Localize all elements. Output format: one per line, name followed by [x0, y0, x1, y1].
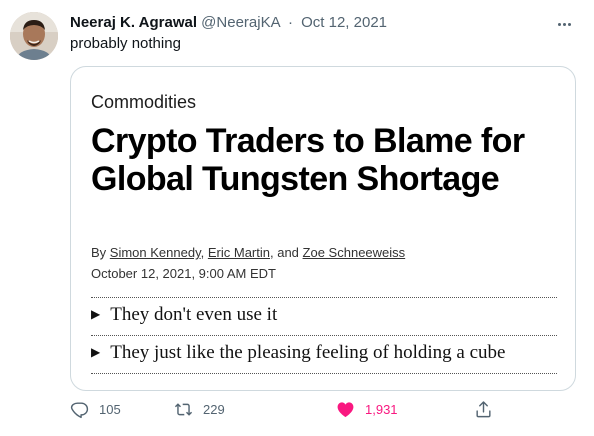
reply-icon	[70, 402, 89, 419]
share-icon	[476, 401, 491, 418]
article-screenshot: Commodities Crypto Traders to Blame for …	[91, 67, 557, 390]
byline-author: Simon Kennedy	[109, 245, 201, 260]
heart-icon	[337, 402, 354, 418]
bullet-text: They don't even use it	[110, 304, 278, 325]
share-button[interactable]	[474, 400, 493, 419]
tweet-text: probably nothing	[70, 35, 181, 52]
like-button[interactable]: 1,931	[336, 400, 398, 419]
tweet-media-card[interactable]: Commodities Crypto Traders to Blame for …	[70, 66, 576, 391]
divider	[91, 297, 557, 298]
retweet-icon	[174, 403, 193, 416]
tweet-header: Neeraj K. Agrawal @NeerajKA · Oct 12, 20…	[70, 13, 387, 33]
reply-count: 105	[99, 402, 121, 417]
article-bullet: ▶ They don't even use it	[91, 304, 277, 326]
author-name[interactable]: Neeraj K. Agrawal	[70, 14, 197, 31]
bullet-triangle-icon: ▶	[91, 307, 101, 321]
divider	[91, 373, 557, 374]
avatar-image	[10, 12, 58, 60]
more-icon[interactable]	[552, 14, 576, 34]
retweet-count: 229	[203, 402, 225, 417]
article-bullet: ▶ They just like the pleasing feeling of …	[91, 342, 505, 364]
byline-separator: ,	[200, 245, 205, 260]
avatar[interactable]	[10, 12, 58, 60]
article-timestamp: October 12, 2021, 9:00 AM EDT	[91, 266, 276, 281]
tweet: Neeraj K. Agrawal @NeerajKA · Oct 12, 20…	[0, 0, 594, 436]
article-byline: By Simon Kennedy, Eric Martin, and Zoe S…	[91, 245, 405, 260]
separator-dot: ·	[287, 14, 293, 31]
divider	[91, 335, 557, 336]
byline-prefix: By	[91, 245, 107, 260]
author-handle[interactable]: @NeerajKA	[201, 14, 280, 31]
reply-button[interactable]: 105	[70, 400, 121, 419]
article-section: Commodities	[91, 92, 197, 112]
byline-separator: , and	[270, 245, 299, 260]
like-count: 1,931	[365, 402, 398, 417]
tweet-date[interactable]: Oct 12, 2021	[301, 14, 387, 31]
bullet-triangle-icon: ▶	[91, 345, 101, 359]
tweet-actions: 105 229 1,931	[70, 400, 510, 424]
bullet-text: They just like the pleasing feeling of h…	[110, 342, 506, 363]
retweet-button[interactable]: 229	[174, 400, 225, 419]
byline-author: Eric Martin	[207, 245, 270, 260]
byline-author: Zoe Schneeweiss	[302, 245, 406, 260]
article-headline: Crypto Traders to Blame for Global Tungs…	[91, 122, 525, 198]
